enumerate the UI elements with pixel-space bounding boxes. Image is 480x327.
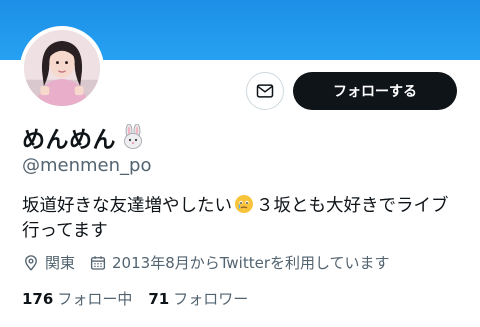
follow-stats: 176 フォロー中 71 フォロワー	[22, 288, 264, 309]
bio-text-1a: 坂道好きな友達増やしたい	[22, 196, 232, 216]
rabbit-face-icon	[124, 124, 142, 149]
profile-bio: 坂道好きな友達増やしたい ３坂とも大好きでライブ 行ってます	[22, 194, 462, 244]
followers-link[interactable]: 71 フォロワー	[148, 288, 248, 309]
joined-text: 2013年8月からTwitterを利用しています	[112, 254, 390, 272]
location-text: 関東	[45, 254, 76, 272]
bio-line-1: 坂道好きな友達増やしたい ３坂とも大好きでライブ	[22, 194, 462, 219]
display-name: めんめん	[22, 127, 116, 153]
face-holding-back-tears-icon	[235, 195, 253, 213]
joined-date: 2013年8月からTwitterを利用しています	[89, 252, 390, 273]
location: 関東	[22, 252, 75, 273]
avatar-photo	[24, 30, 100, 106]
calendar-icon	[90, 255, 106, 270]
envelope-icon	[256, 84, 274, 98]
bio-text-1b: ３坂とも大好きでライブ	[256, 196, 449, 216]
bio-line-2: 行ってます	[22, 221, 108, 241]
follow-button[interactable]: フォローする	[293, 72, 457, 110]
profile-meta: 関東 2013年8月からTwitterを利用しています	[22, 252, 404, 273]
following-label: フォロー中	[57, 290, 133, 308]
following-count: 176	[22, 289, 54, 308]
message-button[interactable]	[246, 72, 284, 110]
followers-count: 71	[148, 289, 170, 308]
user-handle: @menmen_po	[22, 155, 152, 176]
following-link[interactable]: 176 フォロー中	[22, 288, 132, 309]
followers-label: フォロワー	[173, 290, 249, 308]
avatar[interactable]	[20, 26, 104, 110]
name-row: めんめん	[22, 120, 146, 154]
location-pin-icon	[25, 254, 37, 271]
